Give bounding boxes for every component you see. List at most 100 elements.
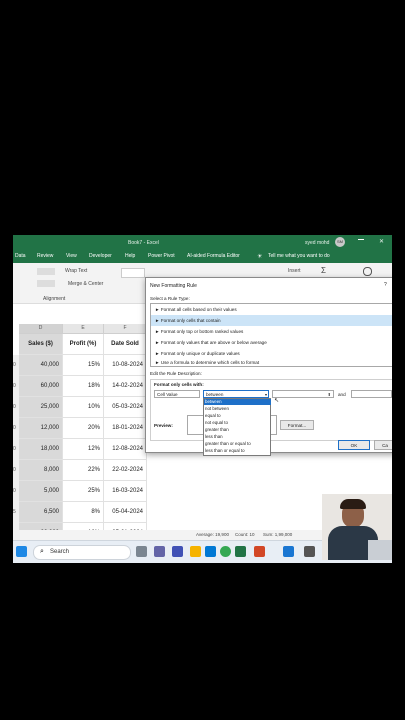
edit-rule-description-label: Edit the Rule Description: [150,371,202,376]
file-explorer-icon[interactable] [190,546,201,557]
column-title[interactable]: Sales ($) [19,334,63,355]
operator-option[interactable]: less than [204,434,271,440]
table-cell[interactable]: 22-02-2024 [104,460,147,481]
table-cell[interactable]: 8% [63,502,104,523]
column-header-d[interactable]: D [19,324,63,334]
tab-help[interactable]: Help [125,253,135,259]
table-cell[interactable]: 12,000 [19,418,63,439]
status-average: Average: 19,900 [196,532,229,537]
operator-option[interactable]: not between [204,406,271,412]
powerpoint-icon[interactable] [254,546,265,557]
rule-type-item-selected[interactable]: ► Format only cells that contain [151,315,392,326]
cell-value-dropdown[interactable]: Cell Value [154,390,200,398]
user-name: syed mohd [305,240,330,246]
merge-center-button[interactable]: Merge & Center [68,281,103,287]
excel-icon[interactable] [235,546,246,557]
table-cell[interactable]: 05-04-2024 [104,502,147,523]
edge-icon[interactable] [205,546,216,557]
task-view-icon[interactable] [136,546,147,557]
table-cell[interactable]: 14-02-2024 [104,376,147,397]
tab-view[interactable]: View [66,253,77,259]
table-cell[interactable]: 8,000 [19,460,63,481]
table-cell[interactable]: 12% [63,439,104,460]
tab-ai-formula-editor[interactable]: AI-aided Formula Editor [187,253,240,259]
autosum-icon[interactable]: Σ [321,266,326,275]
table-cell[interactable]: 25,000 [19,397,63,418]
avatar[interactable]: SM [335,237,345,247]
search-box[interactable]: ⌕ Search [33,545,131,560]
table-cell[interactable]: 05-03-2024 [104,397,147,418]
table-cell[interactable]: 60,000 [19,376,63,397]
table-cell[interactable]: 12-08-2024 [104,439,147,460]
table-cell[interactable]: 5,000 [19,481,63,502]
meet-icon[interactable] [172,546,183,557]
settings-icon[interactable] [304,546,315,557]
wrap-text-button[interactable]: Wrap Text [65,268,87,274]
chrome-icon[interactable] [220,546,231,557]
tab-data[interactable]: Data [15,253,26,259]
insert-button[interactable]: Insert [288,268,301,274]
rule-type-item[interactable]: ► Format only values that are above or b… [155,337,391,348]
select-rule-type-label: Select a Rule Type: [150,296,190,301]
operator-option-selected[interactable]: between [204,399,271,405]
tab-review[interactable]: Review [37,253,53,259]
lightbulb-icon: ☀ [257,254,263,260]
ok-button[interactable]: OK [338,440,370,450]
table-cell[interactable]: 6,500 [19,502,63,523]
operator-dropdown[interactable]: between ▾ [203,390,269,398]
column-header-e[interactable]: E [63,324,104,334]
dialog-title: New Formatting Rule [150,283,197,289]
rule-type-item[interactable]: ► Use a formula to determine which cells… [155,357,391,368]
column-header-f[interactable]: F [104,324,147,334]
and-label: and [338,392,346,397]
title-bar: Book7 - Excel syed mohd SM ✕ [13,235,392,250]
alignment-group-label: Alignment [43,296,66,302]
table-cell[interactable]: 10-08-2024 [104,355,147,376]
cancel-button[interactable]: Ca [374,440,392,450]
table-cell[interactable]: 15% [63,355,104,376]
column-title[interactable]: Date Sold [104,334,147,355]
presenter-hair [340,499,366,509]
mouse-cursor-icon: ↖ [274,398,280,404]
table-cell[interactable]: 20% [63,418,104,439]
rule-type-item[interactable]: ► Format only top or bottom ranked value… [155,326,391,337]
minimize-icon[interactable] [358,239,364,240]
close-icon[interactable]: ✕ [379,238,384,245]
table-cell[interactable]: 22% [63,460,104,481]
format-button[interactable]: Format... [280,420,314,430]
help-icon[interactable]: ? [384,282,387,288]
teams-icon[interactable] [154,546,165,557]
operator-option[interactable]: greater than [204,427,271,433]
rule-type-item[interactable]: ► Format all cells based on their values [155,304,391,315]
table-cell[interactable]: 40,000 [19,355,63,376]
table-cell[interactable]: 18-01-2024 [104,418,147,439]
app-icon[interactable] [283,546,294,557]
ribbon-tabs: Data Review View Developer Help Power Pi… [13,250,392,263]
tab-developer[interactable]: Developer [89,253,112,259]
align-icon[interactable] [37,280,55,287]
table-cell[interactable]: 18,000 [19,439,63,460]
number-format-dropdown[interactable] [121,268,145,278]
operator-option[interactable]: greater than or equal to [204,441,271,447]
value-2-input[interactable] [351,390,392,398]
table-cell[interactable]: 25% [63,481,104,502]
rule-type-list: ► Format all cells based on their values… [150,303,392,367]
operator-dropdown-list: between not between equal to not equal t… [203,398,271,456]
table-cell[interactable]: 10% [63,397,104,418]
operator-option[interactable]: not equal to [204,420,271,426]
windows-start-icon[interactable] [16,546,27,557]
operator-option[interactable]: equal to [204,413,271,419]
window-title: Book7 - Excel [128,240,159,246]
table-cell[interactable]: 18% [63,376,104,397]
operator-option[interactable]: less than or equal to [204,448,271,454]
table-cell[interactable]: 16-03-2024 [104,481,147,502]
tell-me-search[interactable]: Tell me what you want to do [268,253,330,259]
indent-icon[interactable] [37,268,55,275]
laptop [368,540,392,560]
tab-power-pivot[interactable]: Power Pivot [148,253,175,259]
format-only-cells-label: Format only cells with: [154,382,204,387]
find-icon[interactable] [363,267,372,276]
range-select-icon[interactable]: ⬆ [328,391,331,399]
column-title[interactable]: Profit (%) [63,334,104,355]
value-1-input[interactable]: ⬆ [272,390,334,398]
